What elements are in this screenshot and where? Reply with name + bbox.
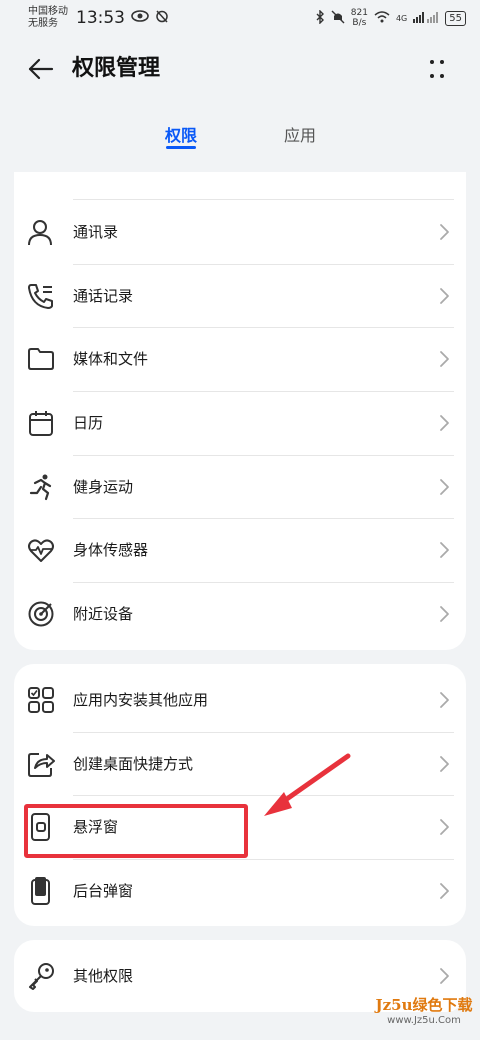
shortcut-icon	[27, 750, 55, 778]
list-item-label: 通话记录	[73, 287, 134, 305]
chevron-right-icon	[440, 224, 449, 240]
network-type: 4G	[395, 13, 408, 23]
back-button[interactable]	[26, 54, 56, 84]
list-item-label: 应用内安装其他应用	[73, 691, 209, 709]
special-permissions-card: 应用内安装其他应用 创建桌面快捷方式 悬浮窗 后台弹窗	[14, 664, 466, 926]
message-icon	[27, 172, 55, 173]
more-options-button[interactable]	[422, 54, 452, 84]
watermark-url-text: www.Jz5u.Com	[387, 1015, 461, 1026]
list-item-messages[interactable]: 信息	[14, 172, 466, 186]
permission-list-card: 信息 通讯录 通话记录 媒体和文件 日历	[14, 172, 466, 650]
apps-grid-icon	[27, 686, 55, 714]
bluetooth-icon	[315, 8, 325, 27]
list-item-label: 媒体和文件	[73, 350, 149, 368]
list-item-label: 健身运动	[73, 478, 134, 496]
chevron-right-icon	[440, 542, 449, 558]
carrier-name: 中国移动	[28, 6, 68, 17]
signal-icon	[413, 11, 439, 26]
chevron-right-icon	[440, 288, 449, 304]
tab-apps[interactable]: 应用	[284, 122, 316, 146]
list-item-label: 其他权限	[73, 967, 134, 985]
app-bar: 权限管理	[0, 44, 480, 94]
key-icon	[27, 962, 55, 990]
list-item-body-sensors[interactable]: 身体传感器	[14, 518, 466, 582]
mute-icon	[331, 10, 345, 27]
chevron-right-icon	[440, 756, 449, 772]
list-item-label: 附近设备	[73, 605, 134, 623]
folder-icon	[27, 345, 55, 373]
tab-bar: 权限 应用	[0, 112, 480, 156]
carrier-info: 中国移动 无服务	[28, 6, 68, 30]
tab-permissions[interactable]: 权限	[165, 122, 197, 146]
list-item-label: 身体传感器	[73, 541, 149, 559]
list-item-background-popup[interactable]: 后台弹窗	[14, 859, 466, 923]
list-item-create-shortcut[interactable]: 创建桌面快捷方式	[14, 732, 466, 796]
list-item-media-files[interactable]: 媒体和文件	[14, 327, 466, 391]
watermark-logo: Jz5u绿色下载 www.Jz5u.Com	[372, 994, 476, 1034]
wifi-icon	[374, 10, 390, 26]
list-item-label: 通讯录	[73, 223, 119, 241]
list-item-calendar[interactable]: 日历	[14, 391, 466, 455]
back-arrow-icon	[28, 58, 54, 80]
background-popup-icon	[27, 877, 55, 905]
list-item-label: 后台弹窗	[73, 882, 134, 900]
more-dots-icon	[430, 60, 444, 78]
list-item-fitness[interactable]: 健身运动	[14, 455, 466, 519]
chevron-right-icon	[440, 479, 449, 495]
page-title: 权限管理	[72, 56, 161, 81]
heart-rate-icon	[27, 536, 55, 564]
carrier-status: 无服务	[28, 18, 58, 29]
list-item-install-apps[interactable]: 应用内安装其他应用	[14, 668, 466, 732]
nearby-devices-icon	[27, 600, 55, 628]
status-icons: 821 B/s 4G 55	[315, 8, 466, 28]
call-log-icon	[27, 282, 55, 310]
list-item-call-log[interactable]: 通话记录	[14, 264, 466, 328]
chevron-right-icon	[440, 819, 449, 835]
eye-icon	[131, 10, 149, 26]
net-speed-value: 821	[350, 8, 368, 18]
network-speed: 821 B/s	[351, 8, 368, 28]
chevron-right-icon	[440, 883, 449, 899]
contacts-icon	[27, 218, 55, 246]
alarm-off-icon	[155, 9, 169, 27]
clock: 13:53	[76, 8, 125, 28]
list-item-label: 信息	[73, 172, 103, 173]
net-speed-unit: B/s	[352, 18, 367, 28]
chevron-right-icon	[440, 692, 449, 708]
chevron-right-icon	[440, 606, 449, 622]
list-item-nearby-devices[interactable]: 附近设备	[14, 582, 466, 646]
annotation-arrow-icon	[264, 753, 351, 816]
list-item-contacts[interactable]: 通讯录	[14, 200, 466, 264]
running-icon	[27, 473, 55, 501]
watermark-main-text: Jz5u绿色下载	[375, 996, 473, 1014]
chevron-right-icon	[440, 351, 449, 367]
active-tab-indicator	[166, 146, 196, 149]
chevron-right-icon	[440, 968, 449, 984]
status-bar: 中国移动 无服务 13:53 821 B/s 4G 55	[0, 0, 480, 36]
highlight-annotation-box	[24, 804, 248, 858]
battery-indicator: 55	[445, 10, 466, 26]
list-item-label: 创建桌面快捷方式	[73, 755, 194, 773]
list-item-label: 日历	[73, 414, 104, 432]
calendar-icon	[27, 409, 55, 437]
chevron-right-icon	[440, 415, 449, 431]
